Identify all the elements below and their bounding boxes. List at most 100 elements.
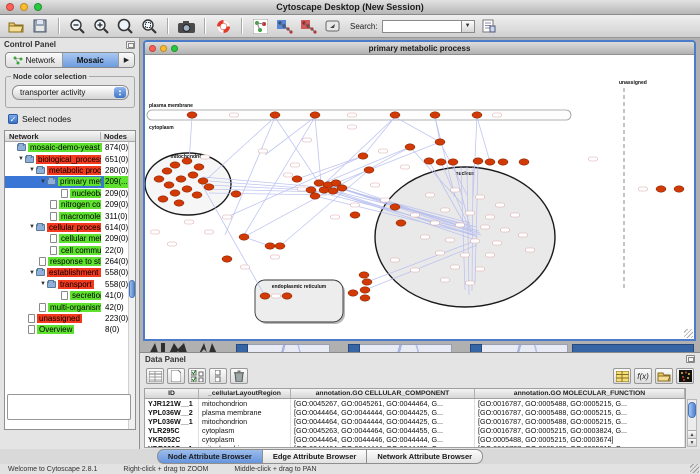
tree-row[interactable]: ▼primary metabo209(... [5,176,135,187]
tree-row[interactable]: mosaic-demo-yeast874(0) [5,142,135,153]
node[interactable] [360,295,370,301]
small-node[interactable] [496,203,505,207]
tree-row[interactable]: unassigned223(0) [5,313,135,324]
small-node[interactable] [589,157,598,161]
small-node[interactable] [476,195,485,199]
node[interactable] [265,243,275,249]
small-node[interactable] [431,221,440,225]
node[interactable] [204,184,214,190]
node[interactable] [182,158,192,164]
node[interactable] [390,204,400,210]
node[interactable] [396,220,406,226]
small-node[interactable] [201,155,210,159]
table-cell[interactable]: plasma membrane [199,408,291,417]
small-node[interactable] [411,268,420,272]
small-node[interactable] [526,248,535,252]
small-node[interactable] [476,267,485,271]
node[interactable] [310,112,320,118]
table-cell[interactable]: YJR121W__1 [145,399,199,408]
node[interactable] [192,192,202,198]
table-cell[interactable]: [GO:0016787, GO:0005488, GO:0005215, G..… [475,408,685,417]
node[interactable] [162,168,172,174]
small-node[interactable] [481,225,490,229]
node[interactable] [170,162,180,168]
small-node[interactable] [493,113,502,117]
tree-expander-icon[interactable]: ▼ [28,167,36,173]
matrix-icon[interactable] [613,368,631,384]
table-cell[interactable]: [GO:0044464, GO:0044444, GO:0044425, G..… [291,444,475,448]
tree-column-network[interactable]: Network [9,132,39,141]
small-node[interactable] [401,165,410,169]
tree-row[interactable]: nitrogen compo209(0) [5,199,135,210]
search-input[interactable] [382,20,462,33]
tree-column-nodes[interactable]: Nodes [104,132,127,141]
small-node[interactable] [441,208,450,212]
tree-row[interactable]: ▼cellular process614(0) [5,222,135,233]
node[interactable] [435,139,445,145]
table-cell[interactable]: [GO:0045263, GO:0044464, GO:0044455, G..… [291,426,475,435]
table-cell[interactable]: cytoplasm [199,426,291,435]
small-node[interactable] [298,187,307,191]
table-cell[interactable]: [GO:0005488, GO:0005215, GO:0003674] [475,435,685,444]
tree-row[interactable]: multi-organism pro42(0) [5,301,135,312]
table-column-header[interactable]: _cellularLayoutRegion [199,389,291,398]
small-node[interactable] [381,198,390,202]
table-cell[interactable]: [GO:0016787, GO:0005488, GO:0005215, G..… [475,444,685,448]
node[interactable] [424,158,434,164]
small-node[interactable] [303,138,312,142]
snapshot-icon[interactable] [176,17,196,36]
node[interactable] [350,212,360,218]
tab-mosaic[interactable]: Mosaic [63,53,120,67]
node[interactable] [360,287,370,293]
tree-row[interactable]: ▼establishment of lo558(0) [5,267,135,278]
small-node[interactable] [421,235,430,239]
tab-overflow-arrow-icon[interactable]: ▶ [119,53,134,67]
tree-expander-icon[interactable]: ▼ [28,224,36,230]
node[interactable] [430,112,440,118]
small-node[interactable] [639,187,648,191]
float-panel-icon[interactable] [126,41,135,49]
table-row[interactable]: YKR052Ccytoplasm[GO:0044464, GO:0044446,… [145,435,685,444]
node[interactable] [310,193,320,199]
node[interactable] [498,159,508,165]
table-column-header[interactable]: annotation.GO CELLULAR_COMPONENT [291,389,475,398]
new-attribute-icon[interactable] [167,368,185,384]
small-node[interactable] [511,213,520,217]
small-node[interactable] [205,230,214,234]
node[interactable] [306,187,316,193]
tree-expander-icon[interactable]: ▼ [39,179,47,185]
tree-scrollbar-thumb[interactable] [129,280,135,298]
small-node[interactable] [446,238,455,242]
small-node[interactable] [284,173,293,177]
table-row[interactable]: YJR121W__1mitochondrion[GO:0045267, GO:0… [145,399,685,408]
tree-row[interactable]: Overview8(0) [5,324,135,335]
zoom-in-icon[interactable] [91,17,111,36]
table-cell[interactable]: YLR295C [145,426,199,435]
annotation-icon[interactable] [322,17,342,36]
edge[interactable] [225,117,275,235]
table-row[interactable]: YPL036W__2plasma membrane[GO:0044464, GO… [145,408,685,417]
table-cell[interactable]: YPL036W__1 [145,417,199,426]
window-resize-grip[interactable] [690,464,699,473]
save-icon[interactable] [30,17,50,36]
small-node[interactable] [272,294,281,298]
small-node[interactable] [519,233,528,237]
tab-network[interactable]: Network [6,53,63,67]
tree-row[interactable]: nucleobase-209(0) [5,188,135,199]
node[interactable] [174,200,184,206]
small-node[interactable] [371,183,380,187]
zoom-selected-icon[interactable] [139,17,159,36]
small-node[interactable] [466,211,475,215]
tree-expander-icon[interactable]: ▼ [28,270,36,276]
scroll-down-icon[interactable]: ▼ [688,438,696,446]
delete-attribute-icon[interactable] [230,368,248,384]
node[interactable] [292,176,302,182]
node[interactable] [337,185,347,191]
node[interactable] [359,272,369,278]
small-node[interactable] [271,255,280,259]
table-cell[interactable]: mitochondrion [199,444,291,448]
small-node[interactable] [493,241,502,245]
tab-network-attribute-browser[interactable]: Network Attribute Browser [367,449,483,464]
node[interactable] [182,186,192,192]
tab-node-attribute-browser[interactable]: Node Attribute Browser [157,449,263,464]
